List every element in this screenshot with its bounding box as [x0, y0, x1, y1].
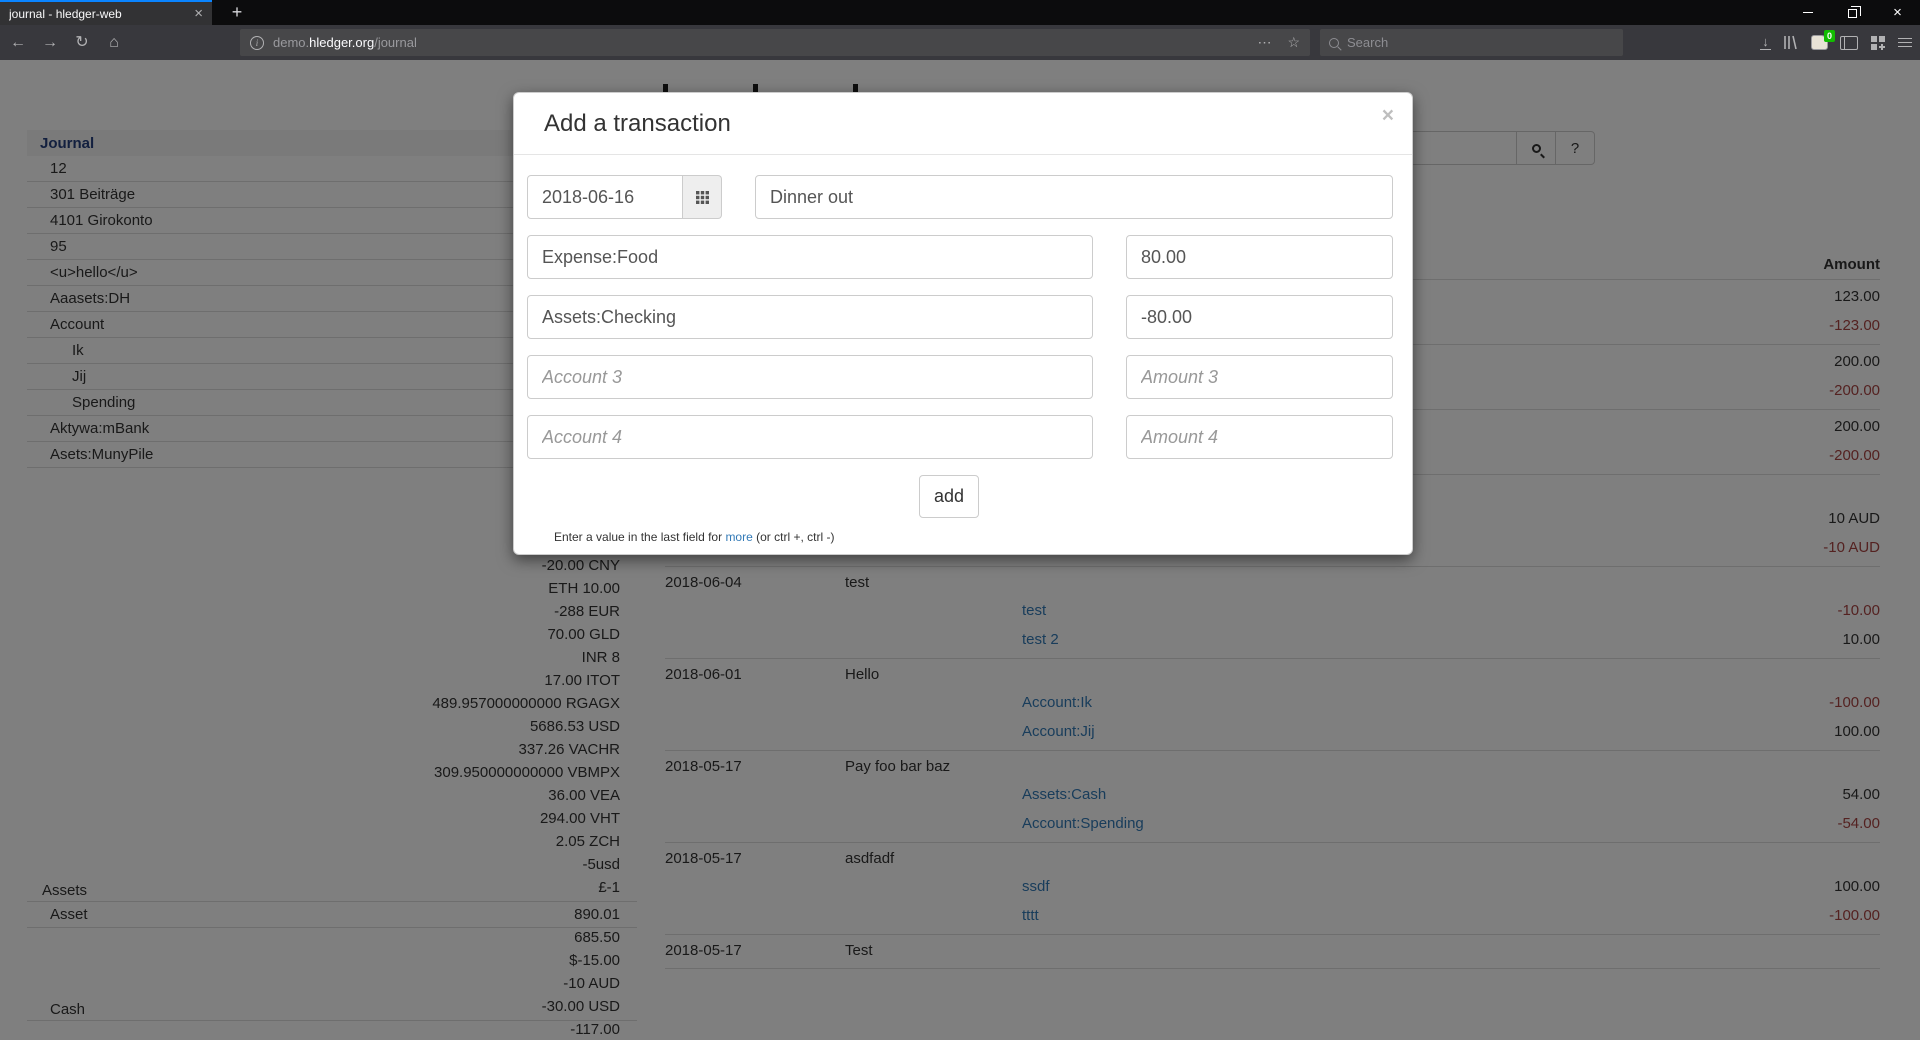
date-input[interactable] [527, 175, 683, 219]
modal-header: Add a transaction × [514, 93, 1412, 155]
sidebar-icon [1840, 36, 1858, 50]
downloads-button[interactable]: ↓ [1760, 36, 1771, 50]
search-icon [1329, 38, 1339, 48]
library-button[interactable] [1783, 35, 1799, 50]
download-icon: ↓ [1762, 36, 1769, 47]
window-restore-button[interactable] [1830, 0, 1875, 25]
account-3-input[interactable] [527, 355, 1093, 399]
new-container-button[interactable] [1870, 35, 1886, 51]
new-tab-button[interactable]: + [222, 0, 252, 25]
url-domain: hledger.org [309, 35, 374, 50]
window-controls: × [1785, 0, 1920, 25]
extension-badge: 0 [1824, 30, 1835, 42]
modal-hint: Enter a value in the last field for more… [554, 530, 1393, 544]
add-transaction-modal: Add a transaction × add Ent [513, 92, 1413, 555]
tab-title: journal - hledger-web [9, 7, 194, 21]
amount-1-input[interactable] [1126, 235, 1393, 279]
modal-close-button[interactable]: × [1382, 105, 1394, 126]
browser-search-box[interactable]: Search [1320, 29, 1623, 56]
extension-button[interactable]: 0 [1811, 35, 1828, 50]
search-placeholder: Search [1347, 35, 1388, 50]
browser-toolbar: ← → ↻ ⌂ i demo.hledger.org/journal ⋯ ☆ S… [0, 25, 1920, 60]
menu-button[interactable] [1898, 38, 1912, 47]
url-text: demo.hledger.org/journal [273, 35, 417, 50]
url-bar[interactable]: i demo.hledger.org/journal ⋯ ☆ [240, 29, 1310, 56]
grid-plus-icon [1870, 35, 1886, 51]
calendar-grid-icon [696, 191, 709, 204]
browser-tab[interactable]: journal - hledger-web × [0, 0, 212, 25]
window-close-button[interactable]: × [1875, 0, 1920, 25]
window-minimize-button[interactable] [1785, 0, 1830, 25]
amount-2-input[interactable] [1126, 295, 1393, 339]
restore-icon [1848, 9, 1857, 18]
browser-titlebar: journal - hledger-web × + × [0, 0, 1920, 25]
back-button[interactable]: ← [4, 29, 32, 56]
close-icon: × [1893, 5, 1902, 20]
sidebar-toggle-button[interactable] [1840, 36, 1858, 50]
account-1-input[interactable] [527, 235, 1093, 279]
modal-body: add Enter a value in the last field for … [514, 155, 1412, 544]
tab-close-icon[interactable]: × [194, 6, 203, 21]
description-input[interactable] [755, 175, 1393, 219]
amount-3-input[interactable] [1126, 355, 1393, 399]
amount-4-input[interactable] [1126, 415, 1393, 459]
minimize-icon [1803, 12, 1813, 13]
add-button[interactable]: add [919, 475, 979, 518]
reload-button[interactable]: ↻ [68, 29, 96, 56]
forward-button[interactable]: → [36, 29, 64, 56]
bookmark-star-icon[interactable]: ☆ [1287, 34, 1300, 51]
library-icon [1783, 35, 1799, 50]
url-prefix: demo. [273, 35, 309, 50]
account-4-input[interactable] [527, 415, 1093, 459]
home-button[interactable]: ⌂ [100, 29, 128, 56]
site-info-icon[interactable]: i [250, 36, 264, 50]
account-2-input[interactable] [527, 295, 1093, 339]
url-path: /journal [374, 35, 417, 50]
page-actions-icon[interactable]: ⋯ [1257, 34, 1271, 51]
more-link[interactable]: more [725, 530, 752, 544]
modal-title: Add a transaction [544, 109, 1382, 138]
date-picker-button[interactable] [683, 175, 722, 219]
